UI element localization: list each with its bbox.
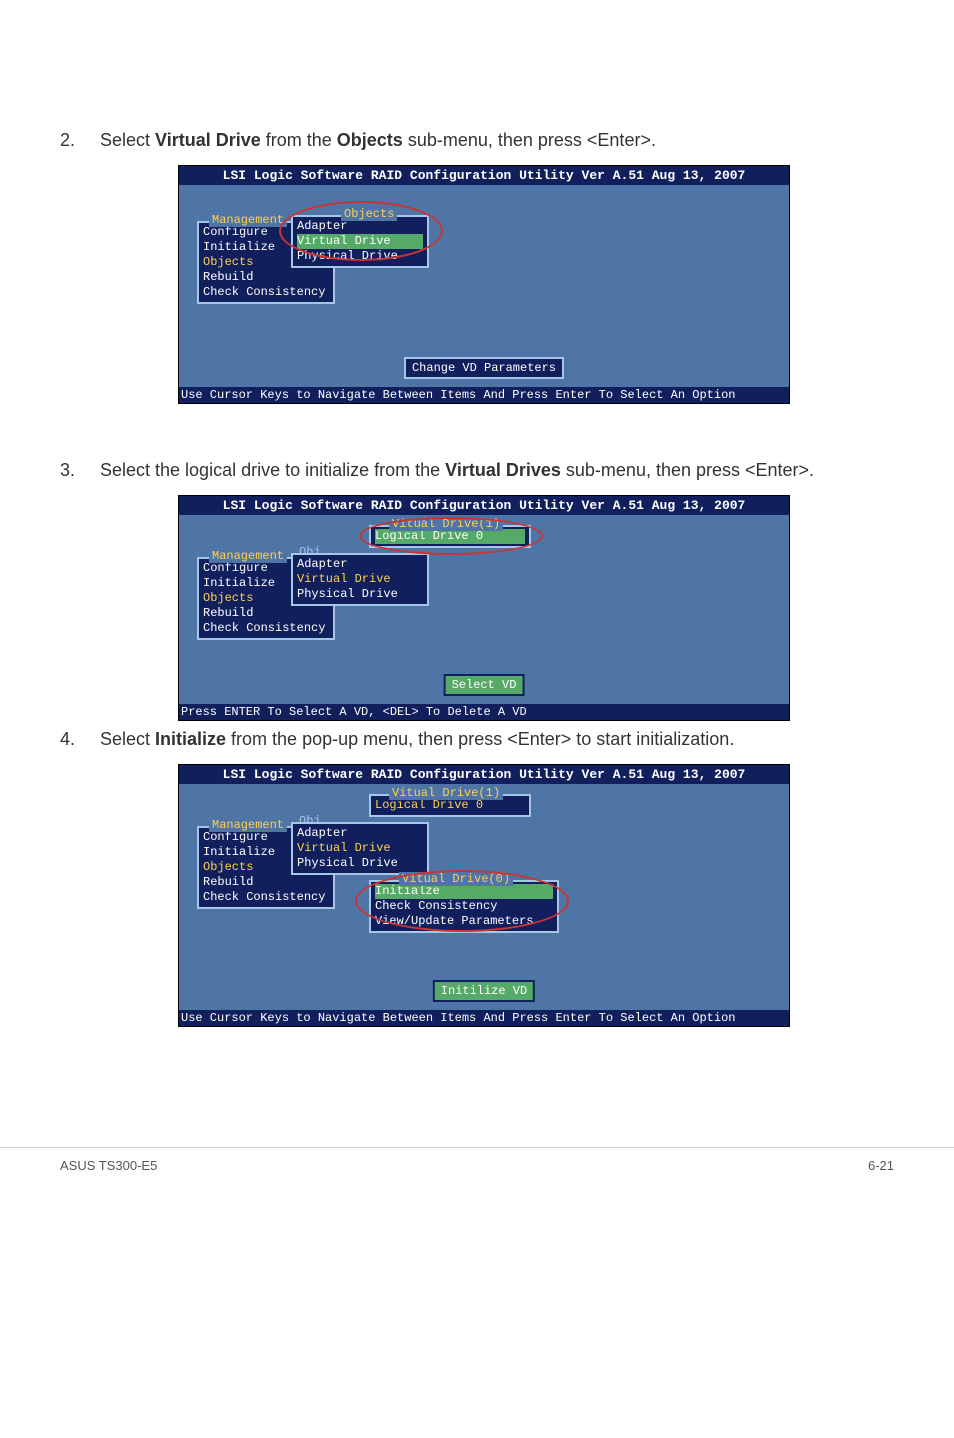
panel-title: Management <box>209 213 287 227</box>
page-footer: ASUS TS300-E5 6-21 <box>0 1147 954 1213</box>
menu-item-initialize-action[interactable]: Initialze <box>375 884 553 899</box>
objects-menu-panel: Adapter Virtual Drive Physical Drive <box>291 553 429 606</box>
menu-item-adapter[interactable]: Adapter <box>297 826 423 841</box>
bios-footer-hint: Use Cursor Keys to Navigate Between Item… <box>179 387 789 403</box>
menu-item-physical-drive[interactable]: Physical Drive <box>297 587 423 602</box>
menu-item-virtual-drive[interactable]: Virtual Drive <box>297 572 423 587</box>
objects-menu-panel: Adapter Virtual Drive Physical Drive <box>291 822 429 875</box>
text: sub-menu, then press <Enter>. <box>403 130 656 150</box>
text: from the <box>261 130 337 150</box>
bios-header: LSI Logic Software RAID Configuration Ut… <box>179 166 789 185</box>
menu-item-physical-drive[interactable]: Physical Drive <box>297 249 423 264</box>
hint-initialize-vd: Initilize VD <box>433 980 535 1002</box>
bios-footer-hint: Press ENTER To Select A VD, <DEL> To Del… <box>179 704 789 720</box>
footer-right: 6-21 <box>868 1158 894 1173</box>
text: sub-menu, then press <Enter>. <box>561 460 814 480</box>
footer-left: ASUS TS300-E5 <box>60 1158 157 1173</box>
step-text: Select Virtual Drive from the Objects su… <box>100 130 894 151</box>
menu-item-rebuild[interactable]: Rebuild <box>203 875 329 890</box>
panel-title: Management <box>209 818 287 832</box>
menu-item-adapter[interactable]: Adapter <box>297 557 423 572</box>
panel-title: Vitual Drive(1) <box>389 786 503 800</box>
text: Select <box>100 130 155 150</box>
bios-screenshot-3: LSI Logic Software RAID Configuration Ut… <box>178 764 788 1027</box>
menu-item-check-consistency-action[interactable]: Check Consistency <box>375 899 553 914</box>
bios-screenshot-2: LSI Logic Software RAID Configuration Ut… <box>178 495 788 721</box>
text: Select <box>100 729 155 749</box>
virtual-drive-1-panel: Vitual Drive(1) Logical Drive 0 <box>369 525 531 548</box>
menu-item-check-consistency[interactable]: Check Consistency <box>203 621 329 636</box>
hint-change-vd: Change VD Parameters <box>404 357 564 379</box>
menu-item-adapter[interactable]: Adapter <box>297 219 423 234</box>
panel-title: Vitual Drive(0) <box>399 872 513 886</box>
menu-item-view-update-params[interactable]: View/Update Parameters <box>375 914 553 929</box>
menu-item-check-consistency[interactable]: Check Consistency <box>203 285 329 300</box>
step-4: 4. Select Initialize from the pop-up men… <box>60 729 894 750</box>
menu-item-logical-drive-0[interactable]: Logical Drive 0 <box>375 798 525 813</box>
menu-item-physical-drive[interactable]: Physical Drive <box>297 856 423 871</box>
menu-item-virtual-drive[interactable]: Virtual Drive <box>297 234 423 249</box>
step-text: Select the logical drive to initialize f… <box>100 460 894 481</box>
text: Select the logical drive to initialize f… <box>100 460 445 480</box>
bios-header: LSI Logic Software RAID Configuration Ut… <box>179 765 789 784</box>
step-number: 2. <box>60 130 100 151</box>
step-number: 3. <box>60 460 100 481</box>
menu-item-logical-drive-0[interactable]: Logical Drive 0 <box>375 529 525 544</box>
virtual-drive-1-panel: Vitual Drive(1) Logical Drive 0 <box>369 794 531 817</box>
step-text: Select Initialize from the pop-up menu, … <box>100 729 894 750</box>
panel-title: Vitual Drive(1) <box>389 517 503 531</box>
menu-item-rebuild[interactable]: Rebuild <box>203 270 329 285</box>
bold-term: Virtual Drive <box>155 130 261 150</box>
virtual-drive-0-panel: Vitual Drive(0) Initialze Check Consiste… <box>369 880 559 933</box>
objects-menu-panel: Objects Adapter Virtual Drive Physical D… <box>291 215 429 268</box>
step-3: 3. Select the logical drive to initializ… <box>60 460 894 481</box>
bold-term: Objects <box>337 130 403 150</box>
panel-title: Objects <box>341 207 397 221</box>
step-number: 4. <box>60 729 100 750</box>
bold-term: Initialize <box>155 729 226 749</box>
bios-header: LSI Logic Software RAID Configuration Ut… <box>179 496 789 515</box>
bios-screenshot-1: LSI Logic Software RAID Configuration Ut… <box>178 165 788 404</box>
menu-item-virtual-drive[interactable]: Virtual Drive <box>297 841 423 856</box>
panel-title: Management <box>209 549 287 563</box>
text: from the pop-up menu, then press <Enter>… <box>226 729 734 749</box>
bold-term: Virtual Drives <box>445 460 561 480</box>
menu-item-rebuild[interactable]: Rebuild <box>203 606 329 621</box>
menu-item-check-consistency[interactable]: Check Consistency <box>203 890 329 905</box>
step-2: 2. Select Virtual Drive from the Objects… <box>60 130 894 151</box>
hint-select-vd: Select VD <box>444 674 525 696</box>
bios-footer-hint: Use Cursor Keys to Navigate Between Item… <box>179 1010 789 1026</box>
